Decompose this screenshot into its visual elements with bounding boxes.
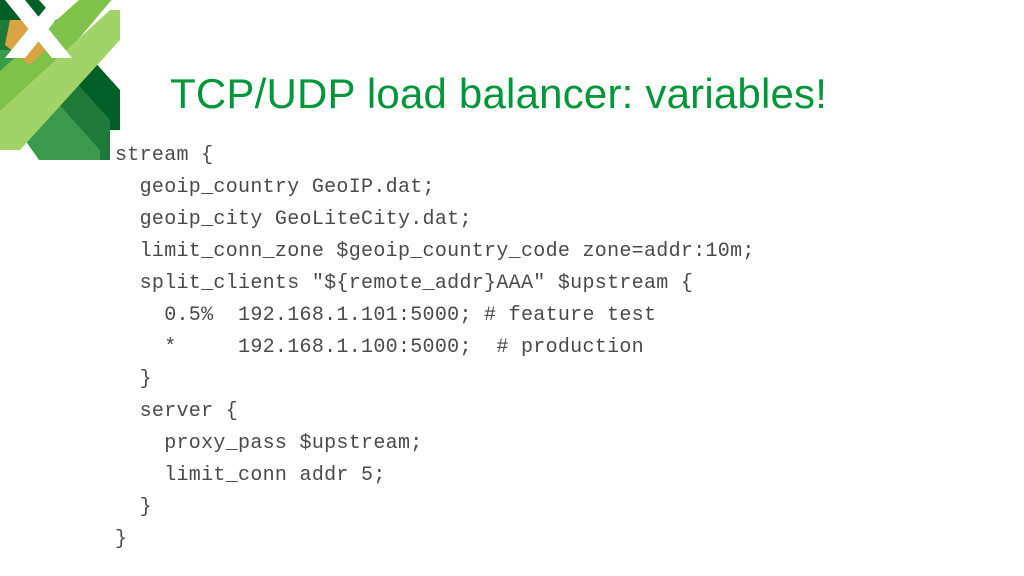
nginx-logo xyxy=(0,0,120,160)
slide-title: TCP/UDP load balancer: variables! xyxy=(170,70,984,118)
config-code-block: stream { geoip_country GeoIP.dat; geoip_… xyxy=(115,140,964,556)
